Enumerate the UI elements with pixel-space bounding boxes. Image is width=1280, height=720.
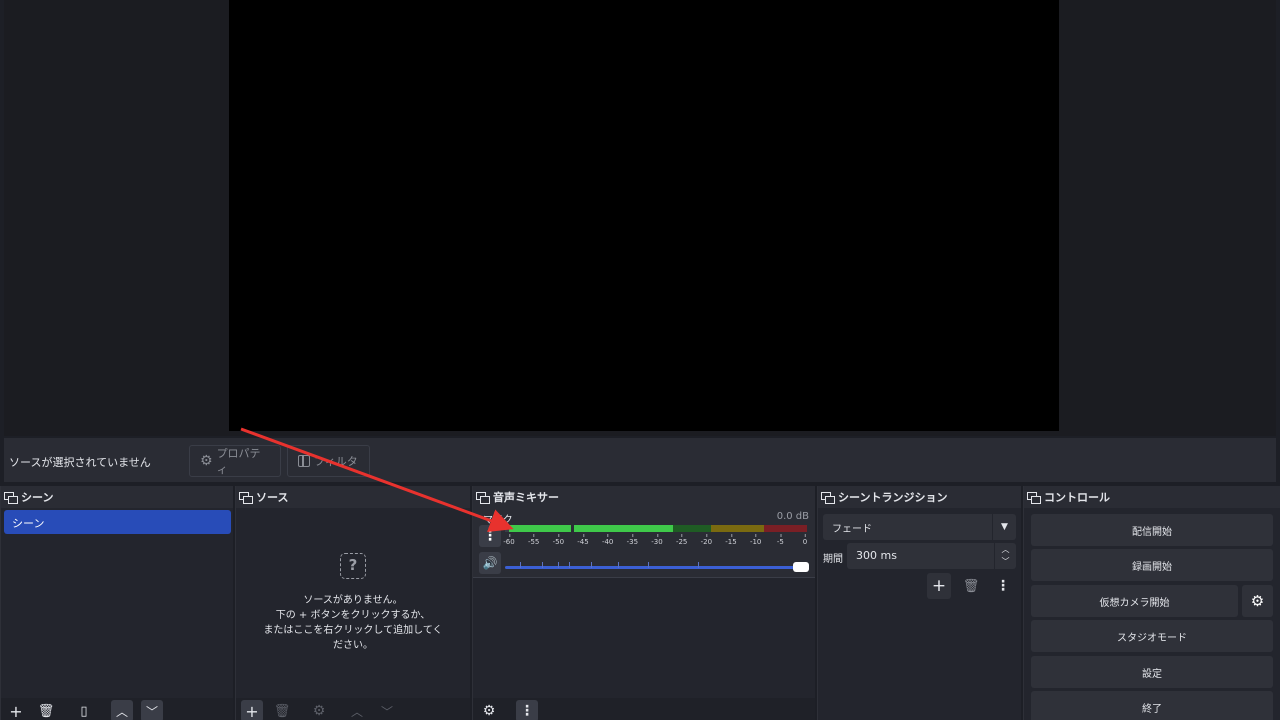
annotation-arrow (240, 427, 514, 533)
